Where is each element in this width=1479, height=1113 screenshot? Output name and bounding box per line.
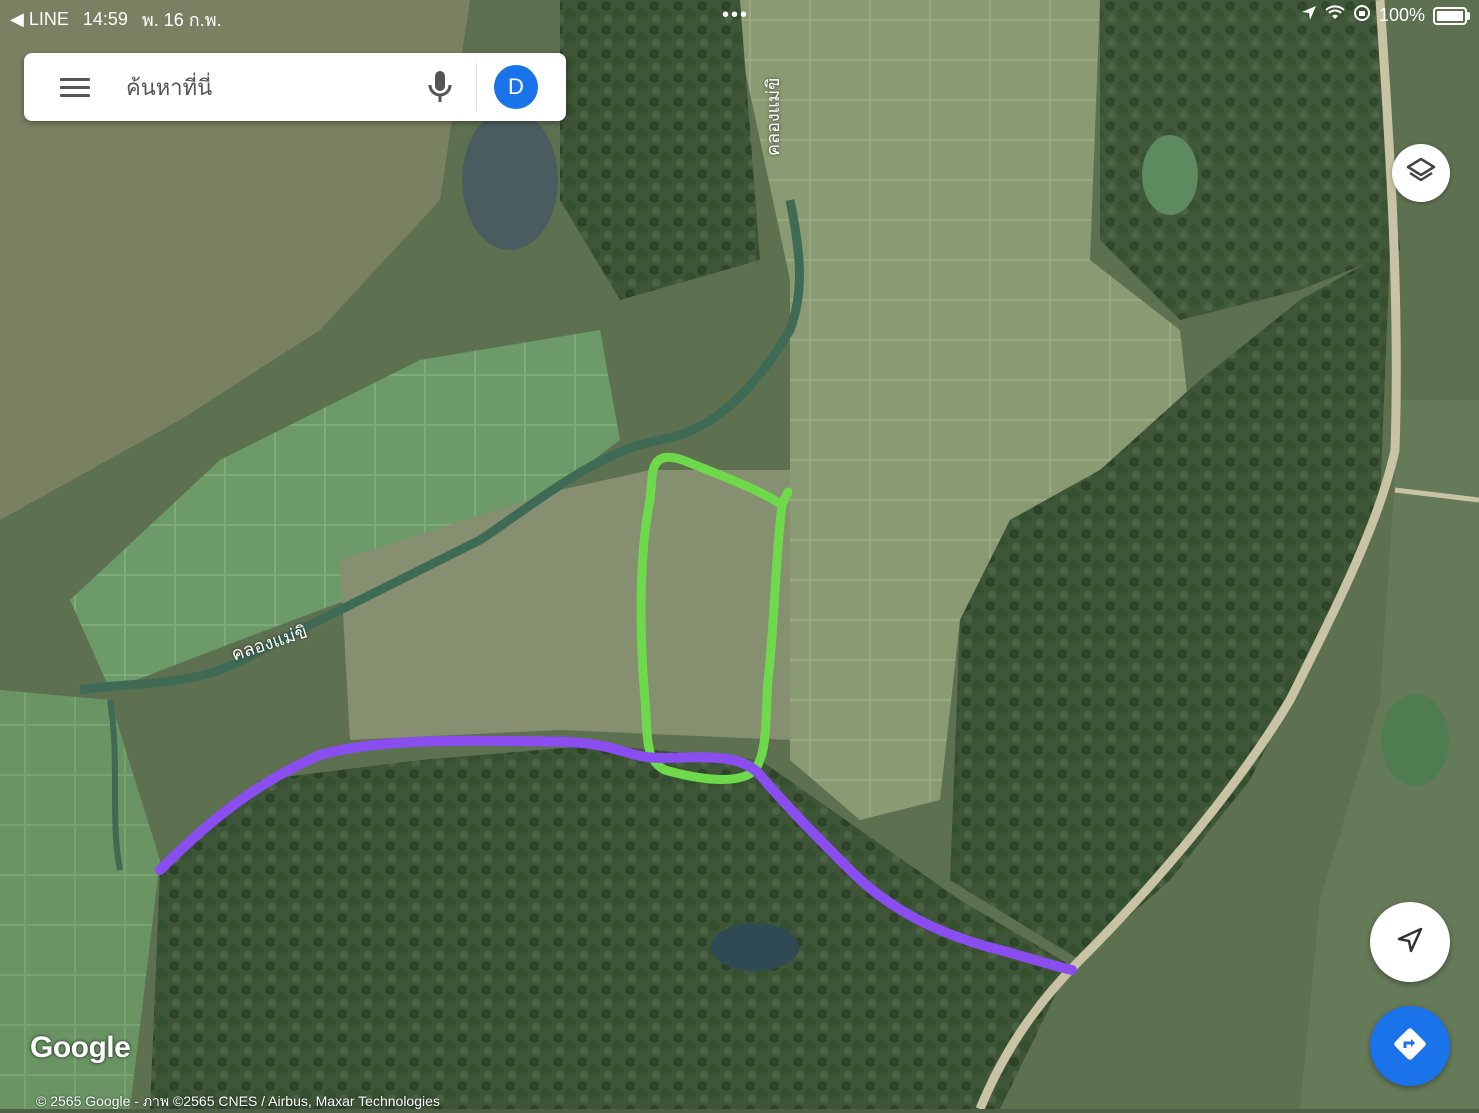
directions-button[interactable] <box>1370 1006 1450 1086</box>
battery-percent: 100% <box>1378 5 1425 25</box>
status-time: 14:59 <box>82 9 128 29</box>
layers-icon <box>1406 156 1436 191</box>
rotation-lock-icon <box>1353 4 1371 27</box>
google-logo: Google <box>30 1031 131 1064</box>
my-location-button[interactable] <box>1370 902 1450 982</box>
search-bar: D <box>24 53 566 121</box>
map-copyright: © 2565 Google - ภาพ ©2565 CNES / Airbus,… <box>36 1093 440 1109</box>
mic-icon[interactable] <box>426 69 454 105</box>
account-avatar[interactable]: D <box>494 65 538 109</box>
navigation-arrow-icon <box>1395 925 1425 960</box>
multitask-dots[interactable]: ••• <box>722 4 749 27</box>
map-label-creek-top: คลองแม่ขิ <box>763 77 784 156</box>
satellite-map[interactable] <box>0 0 1479 1109</box>
location-arrow-icon <box>1301 5 1317 26</box>
search-input[interactable] <box>124 65 408 111</box>
search-divider <box>476 63 477 111</box>
directions-icon <box>1393 1027 1427 1066</box>
battery-icon <box>1433 6 1470 25</box>
status-bar: ◀ LINE 14:59 พ. 16 ก.พ. ••• 100% <box>0 0 1479 30</box>
layers-button[interactable] <box>1392 144 1450 202</box>
status-date: พ. 16 ก.พ. <box>141 10 222 30</box>
wifi-icon <box>1325 5 1345 26</box>
back-to-app[interactable]: ◀ LINE <box>10 9 69 30</box>
menu-icon[interactable] <box>60 73 90 101</box>
